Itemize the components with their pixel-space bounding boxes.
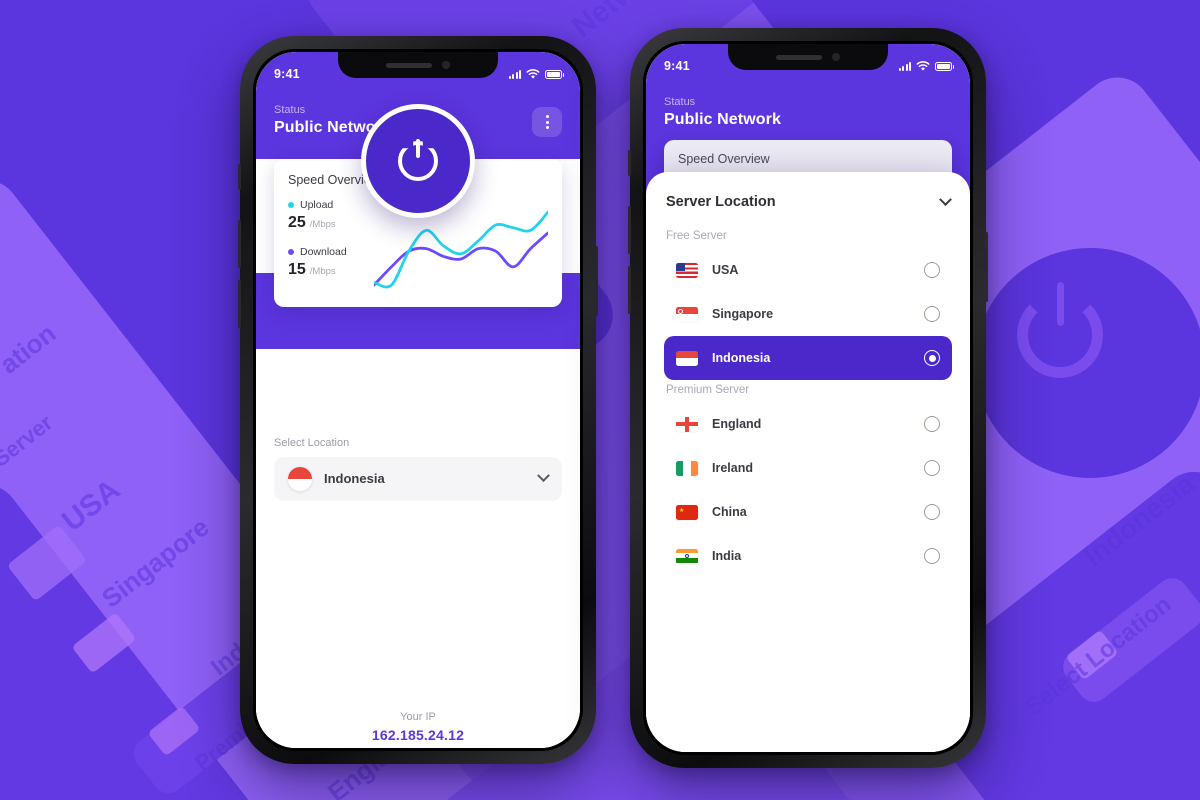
server-name: India	[712, 549, 742, 563]
server-row-indonesia[interactable]: Indonesia	[664, 336, 952, 380]
earpiece-speaker	[386, 62, 432, 68]
background-pattern: Network Speed ation Server USA Singapore…	[0, 0, 1200, 800]
app-bottom-area: Select Location Indonesia Your IP 162.18…	[256, 436, 580, 748]
select-location-label: Select Location	[274, 436, 350, 449]
server-groups: Free Server USA Singapore Indonesia Premium …	[664, 230, 952, 578]
server-name: Singapore	[712, 307, 774, 321]
flag-england-icon	[676, 416, 698, 432]
power-side-button[interactable]	[985, 232, 988, 302]
ip-label: Your IP	[400, 710, 436, 723]
notch	[338, 52, 498, 78]
server-radio-button[interactable]	[924, 460, 940, 476]
silence-switch[interactable]	[628, 150, 631, 176]
battery-icon	[935, 61, 954, 71]
status-label: Status	[274, 104, 306, 116]
more-vertical-icon[interactable]	[532, 107, 562, 137]
flag-indonesia-icon	[288, 466, 312, 491]
volume-up-button[interactable]	[628, 206, 631, 254]
front-camera	[832, 53, 840, 61]
speed-legend: Upload 25 /Mbps Download 15 /Mbps	[288, 199, 374, 295]
volume-down-button[interactable]	[238, 280, 241, 328]
server-radio-button[interactable]	[924, 548, 940, 564]
download-label: Download	[300, 246, 347, 258]
server-row-india[interactable]: India	[664, 534, 952, 578]
status-bar-icons	[898, 60, 954, 72]
phone-screen-left: 9:41 Status Public Network Speed Overvie…	[256, 52, 580, 748]
selected-location-value: Indonesia	[324, 471, 385, 487]
legend-upload: Upload 25 /Mbps	[288, 199, 374, 232]
upload-unit: /Mbps	[309, 219, 336, 230]
front-camera	[442, 61, 450, 69]
flag-singapore-icon	[676, 306, 698, 322]
server-radio-button[interactable]	[924, 504, 940, 520]
server-row-ireland[interactable]: Ireland	[664, 446, 952, 490]
power-icon	[398, 139, 438, 181]
flag-ireland-icon	[676, 460, 698, 476]
chevron-down-icon[interactable]	[939, 192, 952, 206]
server-row-usa[interactable]: USA	[664, 248, 952, 292]
phone-device-left: 9:41 Status Public Network Speed Overvie…	[238, 36, 598, 764]
phone-device-right: 9:41 Status Public Network Speed Overvie…	[628, 28, 988, 768]
upload-value: 25	[288, 214, 306, 231]
upload-dot-icon	[288, 202, 294, 208]
vpn-app-server-list: 9:41 Status Public Network Speed Overvie…	[646, 44, 970, 752]
signal-bars-icon	[508, 69, 521, 79]
select-location-dropdown[interactable]: Indonesia	[274, 456, 562, 501]
wifi-icon	[526, 68, 540, 79]
server-location-header[interactable]: Server Location	[664, 172, 952, 226]
background-power-icon	[975, 248, 1200, 478]
status-bar-icons	[508, 68, 564, 80]
status-block: Status Public Network	[664, 96, 781, 129]
vpn-app-home: 9:41 Status Public Network Speed Overvie…	[256, 52, 580, 748]
server-radio-button[interactable]	[924, 262, 940, 278]
chevron-down-icon	[537, 469, 550, 483]
download-dot-icon	[288, 249, 294, 255]
upload-label: Upload	[300, 199, 334, 211]
earpiece-speaker	[776, 54, 822, 60]
silence-switch[interactable]	[238, 164, 241, 190]
flag-india-icon	[676, 548, 698, 564]
battery-icon	[545, 69, 564, 79]
server-group-label: Free Server	[666, 230, 727, 242]
status-bar-time: 9:41	[274, 67, 300, 81]
server-radio-button[interactable]	[924, 416, 940, 432]
download-unit: /Mbps	[309, 266, 336, 277]
notch	[728, 44, 888, 70]
server-group-label: Premium Server	[666, 384, 750, 396]
signal-bars-icon	[898, 61, 911, 71]
power-side-button[interactable]	[595, 246, 598, 316]
sheet-title: Server Location	[666, 194, 776, 210]
ip-value: 162.185.24.12	[371, 726, 465, 743]
legend-download: Download 15 /Mbps	[288, 246, 374, 279]
server-name: China	[712, 505, 747, 519]
server-row-england[interactable]: England	[664, 402, 952, 446]
flag-usa-icon	[676, 262, 698, 278]
server-name: Indonesia	[712, 351, 771, 365]
volume-up-button[interactable]	[238, 220, 241, 268]
power-toggle-button[interactable]	[361, 104, 475, 218]
status-label: Status	[664, 96, 696, 108]
download-value: 15	[288, 261, 306, 278]
server-name: England	[712, 417, 762, 431]
speed-card-title: Speed Overview	[678, 152, 770, 166]
server-radio-button[interactable]	[924, 350, 940, 366]
flag-china-icon: ★	[676, 504, 698, 520]
server-row-singapore[interactable]: Singapore	[664, 292, 952, 336]
server-name: Ireland	[712, 461, 753, 475]
server-location-sheet: Server Location Free Server USA Singapore I…	[646, 172, 970, 752]
server-row-china[interactable]: ★ China	[664, 490, 952, 534]
server-name: USA	[712, 263, 739, 277]
flag-indonesia-icon	[676, 350, 698, 366]
ip-block: Your IP 162.185.24.12	[256, 711, 580, 743]
volume-down-button[interactable]	[628, 266, 631, 314]
phone-screen-right: 9:41 Status Public Network Speed Overvie…	[646, 44, 970, 752]
wifi-icon	[916, 60, 930, 71]
status-value: Public Network	[664, 111, 781, 128]
server-radio-button[interactable]	[924, 306, 940, 322]
status-bar-time: 9:41	[664, 59, 690, 73]
